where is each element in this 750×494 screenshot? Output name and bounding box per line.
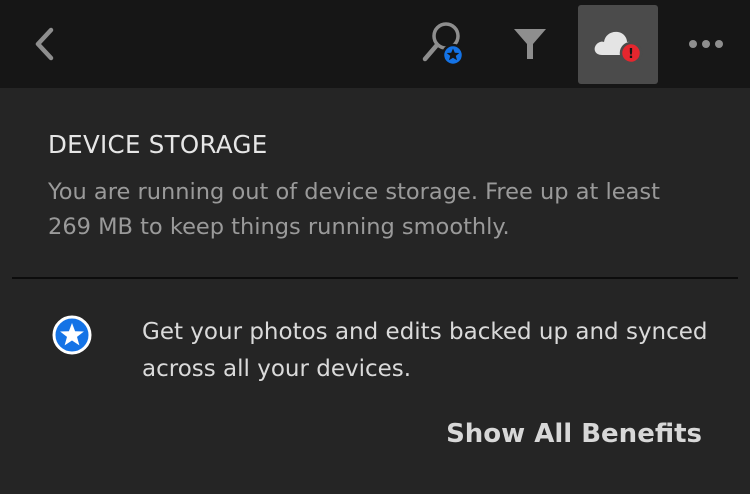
section-divider bbox=[12, 277, 738, 279]
back-button[interactable] bbox=[22, 20, 66, 68]
backup-benefit-text: Get your photos and edits backed up and … bbox=[142, 319, 708, 382]
device-storage-message: You are running out of device storage. F… bbox=[48, 179, 660, 240]
star-badge-icon bbox=[52, 315, 92, 355]
funnel-icon bbox=[514, 29, 546, 59]
search-button[interactable] bbox=[412, 16, 472, 72]
search-star-icon bbox=[422, 22, 465, 67]
chevron-left-icon bbox=[35, 27, 54, 61]
show-all-benefits-link[interactable]: Show All Benefits bbox=[446, 419, 702, 449]
device-storage-title: DEVICE STORAGE bbox=[48, 130, 268, 159]
cloud-sync-button[interactable]: ! bbox=[578, 5, 658, 84]
more-options-button[interactable] bbox=[678, 20, 734, 68]
more-dots-icon bbox=[689, 40, 723, 48]
cloud-storage-panel: DEVICE STORAGE You are running out of de… bbox=[0, 88, 750, 494]
cloud-alert-icon: ! bbox=[594, 31, 643, 64]
filter-button[interactable] bbox=[500, 16, 560, 72]
top-toolbar: ! bbox=[0, 0, 750, 88]
alert-glyph: ! bbox=[628, 47, 634, 62]
